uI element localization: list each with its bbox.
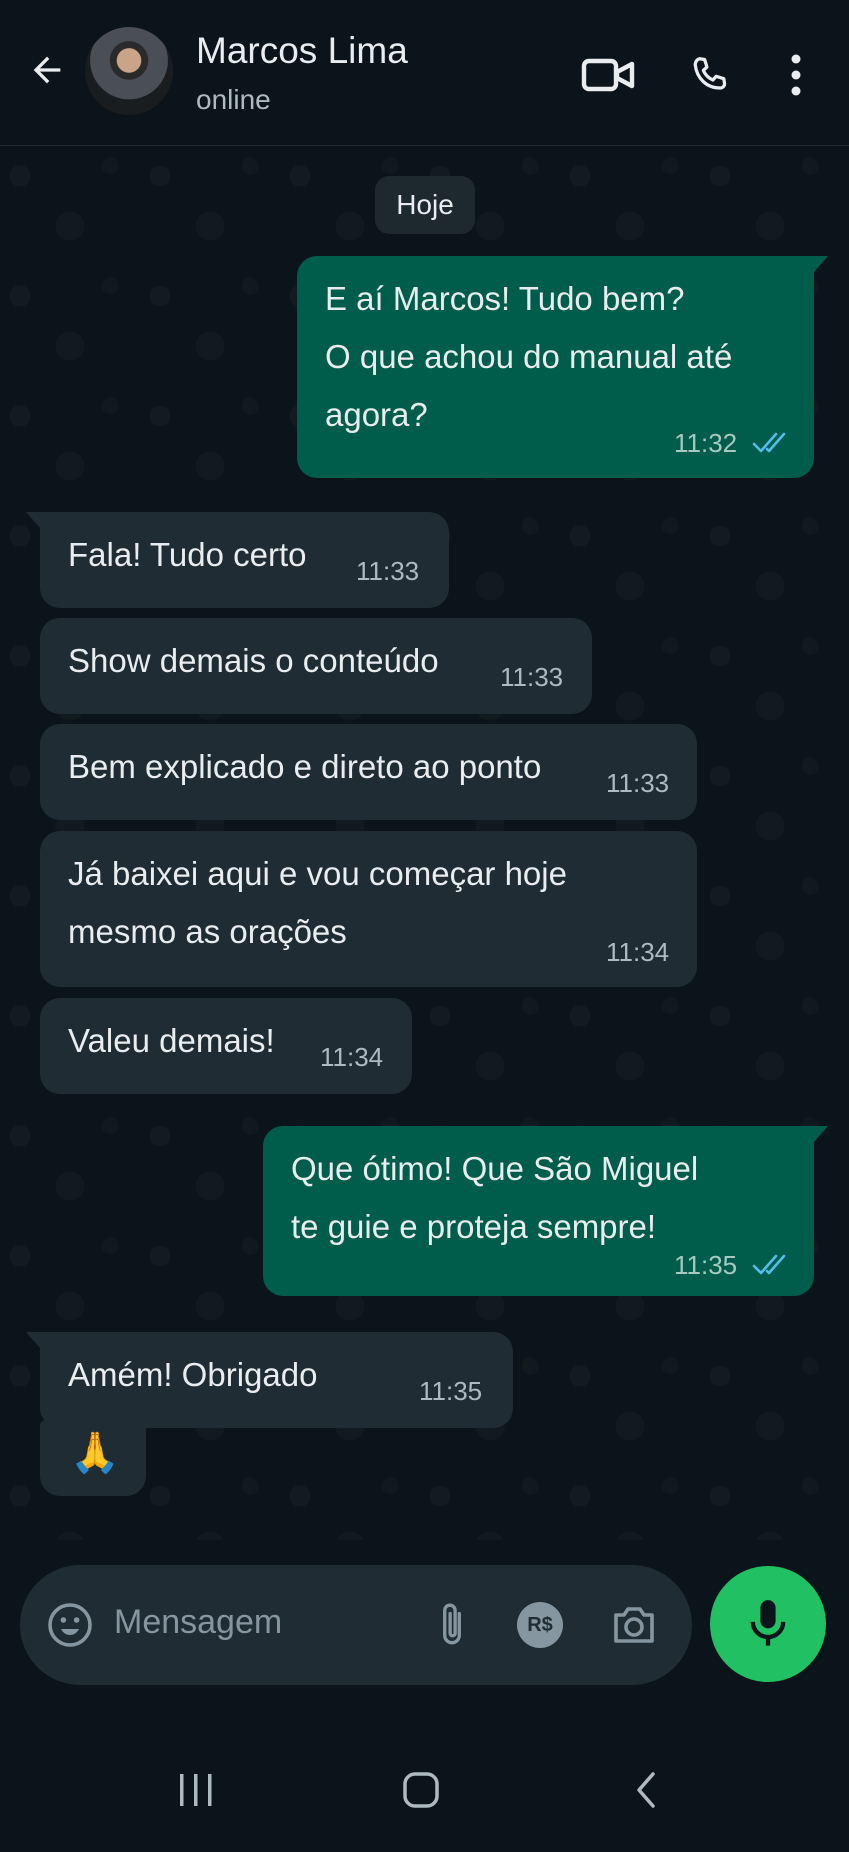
message-line: E aí Marcos! Tudo bem? xyxy=(325,280,685,317)
message-line: agora? xyxy=(325,396,428,433)
message-time: 11:35 xyxy=(419,1376,483,1406)
message-line: Fala! Tudo certo xyxy=(68,536,307,573)
emoji-icon[interactable] xyxy=(40,1595,100,1655)
message-line: te guie e proteja sempre! xyxy=(291,1208,657,1245)
back-arrow-icon[interactable] xyxy=(22,45,72,95)
message-time: 11:34 xyxy=(606,937,670,967)
message-line: Que ótimo! Que São Miguel xyxy=(291,1150,699,1187)
contact-status: online xyxy=(196,84,271,115)
camera-icon[interactable] xyxy=(604,1595,664,1655)
message-composer: Mensagem R$ xyxy=(20,1565,692,1685)
emoji-pray: 🙏 xyxy=(70,1431,120,1475)
mic-icon xyxy=(750,1600,786,1646)
payment-icon[interactable]: R$ xyxy=(510,1595,570,1655)
message-line: O que achou do manual até xyxy=(325,338,733,375)
message-incoming[interactable]: Valeu demais! 11:34 xyxy=(40,998,412,1094)
message-line: mesmo as orações xyxy=(68,913,347,950)
message-incoming[interactable]: Amém! Obrigado 11:35 xyxy=(26,1332,513,1428)
message-line: Show demais o conteúdo xyxy=(68,642,439,679)
message-line: Bem explicado e direto ao ponto xyxy=(68,748,542,785)
message-time: 11:33 xyxy=(606,768,670,798)
message-line: Amém! Obrigado xyxy=(68,1356,318,1393)
phone-icon[interactable] xyxy=(680,45,740,105)
back-icon[interactable] xyxy=(616,1760,676,1820)
system-navbar xyxy=(0,1740,849,1852)
message-incoming-emoji[interactable]: 🙏 xyxy=(40,1420,146,1496)
message-incoming[interactable]: Fala! Tudo certo 11:33 xyxy=(26,512,449,608)
message-line: Valeu demais! xyxy=(68,1022,275,1059)
mic-button[interactable] xyxy=(710,1566,826,1682)
message-time: 11:32 xyxy=(674,428,738,458)
message-outgoing[interactable]: Que ótimo! Que São Miguel te guie e prot… xyxy=(263,1126,828,1296)
message-outgoing[interactable]: E aí Marcos! Tudo bem? O que achou do ma… xyxy=(297,256,828,478)
recent-apps-icon[interactable] xyxy=(166,1760,226,1820)
message-incoming[interactable]: Bem explicado e direto ao ponto 11:33 xyxy=(40,724,697,820)
chat-header: Marcos Lima online xyxy=(0,0,849,146)
home-icon[interactable] xyxy=(391,1760,451,1820)
payment-label: R$ xyxy=(517,1602,563,1648)
video-call-icon[interactable] xyxy=(578,45,638,105)
message-time: 11:35 xyxy=(674,1250,738,1280)
message-time: 11:33 xyxy=(356,556,420,586)
read-ticks-icon xyxy=(752,432,786,453)
date-separator: Hoje xyxy=(375,176,475,234)
more-options-icon[interactable] xyxy=(776,45,816,105)
message-time: 11:34 xyxy=(320,1042,384,1072)
message-incoming[interactable]: Já baixei aqui e vou começar hoje mesmo … xyxy=(40,831,697,987)
message-input[interactable]: Mensagem xyxy=(114,1603,282,1642)
avatar[interactable] xyxy=(85,27,173,115)
message-incoming[interactable]: Show demais o conteúdo 11:33 xyxy=(40,618,592,714)
read-ticks-icon xyxy=(752,1254,786,1275)
message-line: Já baixei aqui e vou começar hoje xyxy=(68,855,567,892)
contact-name[interactable]: Marcos Lima xyxy=(196,30,408,72)
attach-icon[interactable] xyxy=(422,1595,482,1655)
message-time: 11:33 xyxy=(500,662,564,692)
